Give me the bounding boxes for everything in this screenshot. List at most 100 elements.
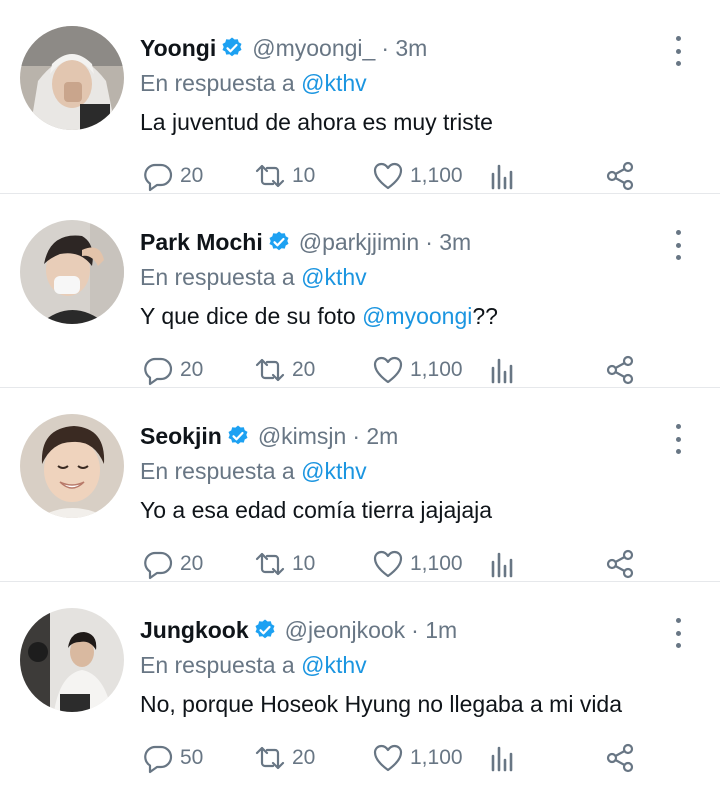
- tweet-actions: 20 10 1,100: [140, 546, 720, 582]
- timestamp[interactable]: · 3m: [381, 35, 427, 62]
- reply-prefix: En respuesta a: [140, 264, 295, 290]
- share-button[interactable]: [604, 740, 636, 776]
- analytics-icon: [491, 552, 513, 578]
- retweet-icon: [255, 746, 285, 770]
- author-handle[interactable]: @parkjjimin: [299, 229, 419, 256]
- retweet-count: 10: [292, 552, 316, 575]
- analytics-button[interactable]: [488, 158, 520, 194]
- reply-button[interactable]: 20: [142, 158, 203, 194]
- tweet-actions: 20 20 1,100: [140, 352, 720, 388]
- share-icon: [606, 355, 634, 385]
- reply-mention-link[interactable]: @kthv: [301, 70, 367, 96]
- tweet-header: Seokjin @kimsjn · 2m: [140, 418, 660, 454]
- author-name[interactable]: Yoongi: [140, 35, 216, 62]
- heart-icon: [373, 356, 403, 384]
- reply-mention-link[interactable]: @kthv: [301, 264, 367, 290]
- more-vertical-icon[interactable]: [666, 424, 690, 454]
- more-vertical-icon[interactable]: [666, 618, 690, 648]
- avatar-image: [20, 414, 124, 518]
- tweet[interactable]: Yoongi @myoongi_ · 3m En respuesta a @kt…: [0, 0, 720, 194]
- avatar[interactable]: [20, 608, 124, 712]
- share-button[interactable]: [604, 352, 636, 388]
- author-handle[interactable]: @kimsjn: [258, 423, 347, 450]
- like-button[interactable]: 1,100: [372, 740, 463, 776]
- reply-context: En respuesta a @kthv: [140, 66, 660, 100]
- tweet-header: Yoongi @myoongi_ · 3m: [140, 30, 660, 66]
- reply-icon: [144, 745, 173, 774]
- retweet-button[interactable]: 20: [254, 740, 315, 776]
- like-button[interactable]: 1,100: [372, 158, 463, 194]
- retweet-button[interactable]: 10: [254, 546, 315, 582]
- analytics-icon: [491, 164, 513, 190]
- tweet[interactable]: Seokjin @kimsjn · 2m En respuesta a @kth…: [0, 388, 720, 582]
- verified-badge-icon: [255, 619, 275, 639]
- avatar[interactable]: [20, 220, 124, 324]
- analytics-icon: [491, 358, 513, 384]
- heart-icon: [373, 162, 403, 190]
- author-name[interactable]: Jungkook: [140, 617, 249, 644]
- share-button[interactable]: [604, 158, 636, 194]
- retweet-icon: [255, 358, 285, 382]
- avatar-image: [20, 608, 124, 712]
- analytics-button[interactable]: [488, 740, 520, 776]
- retweet-icon: [255, 552, 285, 576]
- reply-count: 50: [180, 746, 204, 769]
- author-name[interactable]: Seokjin: [140, 423, 222, 450]
- retweet-count: 10: [292, 164, 316, 187]
- share-icon: [606, 161, 634, 191]
- reply-button[interactable]: 50: [142, 740, 203, 776]
- reply-context: En respuesta a @kthv: [140, 648, 660, 682]
- more-vertical-icon[interactable]: [666, 230, 690, 260]
- tweet-text-tail: ??: [472, 303, 498, 329]
- reply-count: 20: [180, 358, 204, 381]
- reply-prefix: En respuesta a: [140, 652, 295, 678]
- retweet-button[interactable]: 20: [254, 352, 315, 388]
- tweet[interactable]: Jungkook @jeonjkook · 1m En respuesta a …: [0, 582, 720, 776]
- retweet-count: 20: [292, 746, 316, 769]
- retweet-count: 20: [292, 358, 316, 381]
- avatar[interactable]: [20, 26, 124, 130]
- analytics-button[interactable]: [488, 352, 520, 388]
- like-button[interactable]: 1,100: [372, 352, 463, 388]
- reply-count: 20: [180, 552, 204, 575]
- share-icon: [606, 743, 634, 773]
- retweet-button[interactable]: 10: [254, 158, 315, 194]
- reply-button[interactable]: 20: [142, 546, 203, 582]
- tweet-content: Seokjin @kimsjn · 2m En respuesta a @kth…: [140, 418, 660, 530]
- reply-button[interactable]: 20: [142, 352, 203, 388]
- reply-icon: [144, 163, 173, 192]
- retweet-icon: [255, 164, 285, 188]
- reply-mention-link[interactable]: @kthv: [301, 652, 367, 678]
- tweet-header: Park Mochi @parkjjimin · 3m: [140, 224, 660, 260]
- analytics-button[interactable]: [488, 546, 520, 582]
- tweet[interactable]: Park Mochi @parkjjimin · 3m En respuesta…: [0, 194, 720, 388]
- tweet-text: La juventud de ahora es muy triste: [140, 102, 660, 142]
- heart-icon: [373, 744, 403, 772]
- timestamp[interactable]: · 2m: [352, 423, 398, 450]
- tweet-text-body: No, porque Hoseok Hyung no llegaba a mi …: [140, 691, 623, 717]
- author-name[interactable]: Park Mochi: [140, 229, 263, 256]
- reply-icon: [144, 357, 173, 386]
- like-button[interactable]: 1,100: [372, 546, 463, 582]
- reply-mention-link[interactable]: @kthv: [301, 458, 367, 484]
- author-handle[interactable]: @jeonjkook: [285, 617, 406, 644]
- avatar-image: [20, 26, 124, 130]
- author-handle[interactable]: @myoongi_: [252, 35, 375, 62]
- tweet-text-body: Yo a esa edad comía tierra jajajaja: [140, 497, 493, 523]
- timestamp[interactable]: · 3m: [425, 229, 471, 256]
- share-button[interactable]: [604, 546, 636, 582]
- tweet-text: No, porque Hoseok Hyung no llegaba a mi …: [140, 684, 660, 724]
- tweet-content: Jungkook @jeonjkook · 1m En respuesta a …: [140, 612, 660, 724]
- tweet-mention-link[interactable]: @myoongi: [362, 303, 472, 329]
- avatar[interactable]: [20, 414, 124, 518]
- avatar-image: [20, 220, 124, 324]
- tweet-text-body: Y que dice de su foto: [140, 303, 363, 329]
- timestamp[interactable]: · 1m: [411, 617, 457, 644]
- reply-prefix: En respuesta a: [140, 458, 295, 484]
- tweet-text-body: La juventud de ahora es muy triste: [140, 109, 493, 135]
- tweet-actions: 20 10 1,100: [140, 158, 720, 194]
- reply-count: 20: [180, 164, 204, 187]
- more-vertical-icon[interactable]: [666, 36, 690, 66]
- reply-context: En respuesta a @kthv: [140, 260, 660, 294]
- heart-icon: [373, 550, 403, 578]
